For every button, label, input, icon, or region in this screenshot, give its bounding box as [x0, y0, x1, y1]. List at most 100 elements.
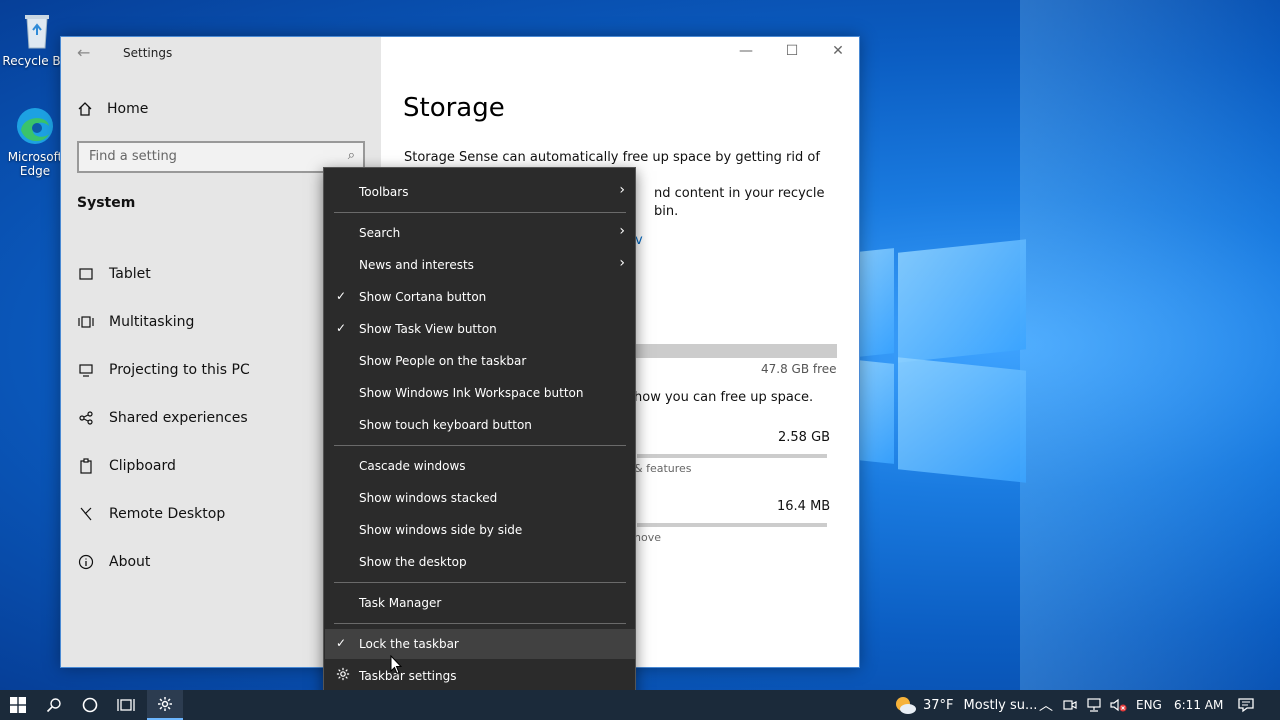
sidebar-item-shared-experiences[interactable]: Shared experiences	[77, 409, 248, 427]
search-placeholder: Find a setting	[89, 149, 177, 164]
free-up-space-hint[interactable]: how you can free up space.	[634, 390, 813, 405]
menu-item-show-cortana-button[interactable]: ✓ Show Cortana button	[325, 282, 635, 312]
menu-item-label: Show Task View button	[359, 322, 497, 336]
sidebar-item-clipboard[interactable]: Clipboard	[77, 457, 176, 475]
weather-widget[interactable]: 37°F Mostly su...	[893, 690, 1037, 720]
close-button[interactable]: ✕	[823, 43, 853, 63]
tablet-icon	[77, 265, 95, 283]
search-icon: ⌕	[347, 148, 355, 163]
menu-item-show-people[interactable]: Show People on the taskbar	[325, 346, 635, 376]
edge-icon	[13, 104, 57, 148]
sidebar-item-label: Remote Desktop	[109, 506, 226, 522]
home-icon	[78, 102, 92, 116]
title-bar: ← Settings — ☐ ✕	[61, 37, 861, 69]
menu-item-toolbars[interactable]: Toolbars ›	[325, 177, 635, 207]
search-input[interactable]: Find a setting ⌕	[77, 141, 365, 173]
menu-item-news-and-interests[interactable]: News and interests ›	[325, 250, 635, 280]
info-icon	[77, 553, 95, 571]
taskbar-context-menu: Toolbars › Search › News and interests ›…	[323, 167, 636, 700]
menu-item-show-ink-workspace[interactable]: Show Windows Ink Workspace button	[325, 378, 635, 408]
windows-logo-icon	[10, 697, 26, 713]
weather-condition: Mostly su...	[963, 697, 1038, 713]
configure-link-fragment[interactable]: v	[635, 233, 643, 248]
webcam-icon	[1063, 700, 1077, 710]
menu-separator	[334, 582, 626, 583]
menu-item-label: Lock the taskbar	[359, 637, 459, 651]
gear-icon	[336, 667, 350, 684]
sidebar-item-about[interactable]: About	[77, 553, 150, 571]
apps-subtitle: & features	[634, 462, 692, 475]
taskbar: 37°F Mostly su... ︿ ENG 6:11 AM	[0, 690, 1280, 720]
minimize-button[interactable]: —	[731, 43, 761, 63]
projecting-icon	[77, 361, 95, 379]
network-icon	[1087, 698, 1101, 712]
menu-item-label: News and interests	[359, 258, 474, 272]
menu-item-label: Show windows stacked	[359, 491, 498, 505]
chevron-right-icon: ›	[619, 223, 625, 239]
temp-usage-bar	[637, 523, 827, 527]
start-button[interactable]	[0, 690, 36, 720]
sidebar-item-label: Tablet	[109, 266, 151, 282]
checkmark-icon: ✓	[336, 636, 347, 650]
sidebar-home[interactable]: Home	[77, 101, 148, 117]
volume-muted-icon	[1110, 698, 1127, 712]
apps-usage-bar	[637, 454, 827, 458]
menu-item-taskbar-settings[interactable]: Taskbar settings	[325, 661, 635, 691]
sidebar-item-label: Projecting to this PC	[109, 362, 250, 378]
gear-icon	[158, 697, 172, 711]
cortana-circle-icon	[82, 697, 98, 713]
menu-item-label: Show Cortana button	[359, 290, 487, 304]
menu-item-show-task-view-button[interactable]: ✓ Show Task View button	[325, 314, 635, 344]
cortana-button[interactable]	[72, 690, 108, 720]
weather-temperature: 37°F	[923, 697, 954, 713]
checkmark-icon: ✓	[336, 289, 347, 303]
maximize-button[interactable]: ☐	[777, 43, 807, 63]
edge-label: Microsoft Edge	[7, 150, 63, 178]
action-center-button[interactable]	[1238, 690, 1254, 720]
clipboard-icon	[77, 457, 95, 475]
input-language-indicator[interactable]: ENG	[1136, 690, 1162, 720]
wallpaper-beam	[1020, 0, 1280, 690]
back-arrow-icon[interactable]: ←	[77, 43, 90, 62]
search-button[interactable]	[36, 690, 72, 720]
menu-item-show-windows-side-by-side[interactable]: Show windows side by side	[325, 515, 635, 545]
task-view-icon	[117, 699, 135, 711]
menu-item-label: Task Manager	[359, 596, 442, 610]
recycle-bin-icon	[15, 8, 59, 52]
menu-item-show-desktop[interactable]: Show the desktop	[325, 547, 635, 577]
chevron-right-icon: ›	[619, 182, 625, 198]
menu-item-search[interactable]: Search ›	[325, 218, 635, 248]
menu-item-label: Search	[359, 226, 401, 240]
menu-item-task-manager[interactable]: Task Manager	[325, 588, 635, 618]
menu-item-cascade-windows[interactable]: Cascade windows	[325, 451, 635, 481]
chevron-up-icon: ︿	[1039, 698, 1053, 714]
network-button[interactable]	[1086, 690, 1102, 720]
checkmark-icon: ✓	[336, 321, 347, 335]
page-title: Storage	[403, 93, 505, 123]
menu-separator	[334, 445, 626, 446]
window-title: Settings	[123, 46, 173, 60]
menu-item-lock-taskbar[interactable]: ✓ Lock the taskbar	[325, 629, 635, 659]
task-view-button[interactable]	[108, 690, 144, 720]
sidebar-item-tablet[interactable]: Tablet	[77, 265, 151, 283]
menu-item-label: Show the desktop	[359, 555, 467, 569]
volume-button[interactable]	[1110, 690, 1128, 720]
show-hidden-icons-button[interactable]: ︿	[1039, 690, 1053, 720]
sidebar-item-multitasking[interactable]: Multitasking	[77, 313, 194, 331]
sidebar-item-label: Multitasking	[109, 314, 195, 330]
sidebar-item-remote-desktop[interactable]: Remote Desktop	[77, 505, 225, 523]
clock-time: 6:11 AM	[1174, 698, 1224, 712]
wallpaper-windows-logo	[858, 239, 1028, 483]
sidebar-item-projecting[interactable]: Projecting to this PC	[77, 361, 250, 379]
settings-taskbar-button[interactable]	[147, 690, 183, 720]
menu-item-label: Show windows side by side	[359, 523, 523, 537]
chevron-right-icon: ›	[619, 255, 625, 271]
menu-item-show-touch-keyboard[interactable]: Show touch keyboard button	[325, 410, 635, 440]
clock[interactable]: 6:11 AM	[1174, 690, 1223, 720]
meet-now-button[interactable]	[1063, 690, 1077, 720]
search-icon	[46, 698, 61, 713]
sidebar-item-label: Clipboard	[109, 458, 176, 474]
remote-desktop-icon	[77, 505, 95, 523]
free-space-text: 47.8 GB free	[761, 362, 837, 376]
menu-item-show-windows-stacked[interactable]: Show windows stacked	[325, 483, 635, 513]
